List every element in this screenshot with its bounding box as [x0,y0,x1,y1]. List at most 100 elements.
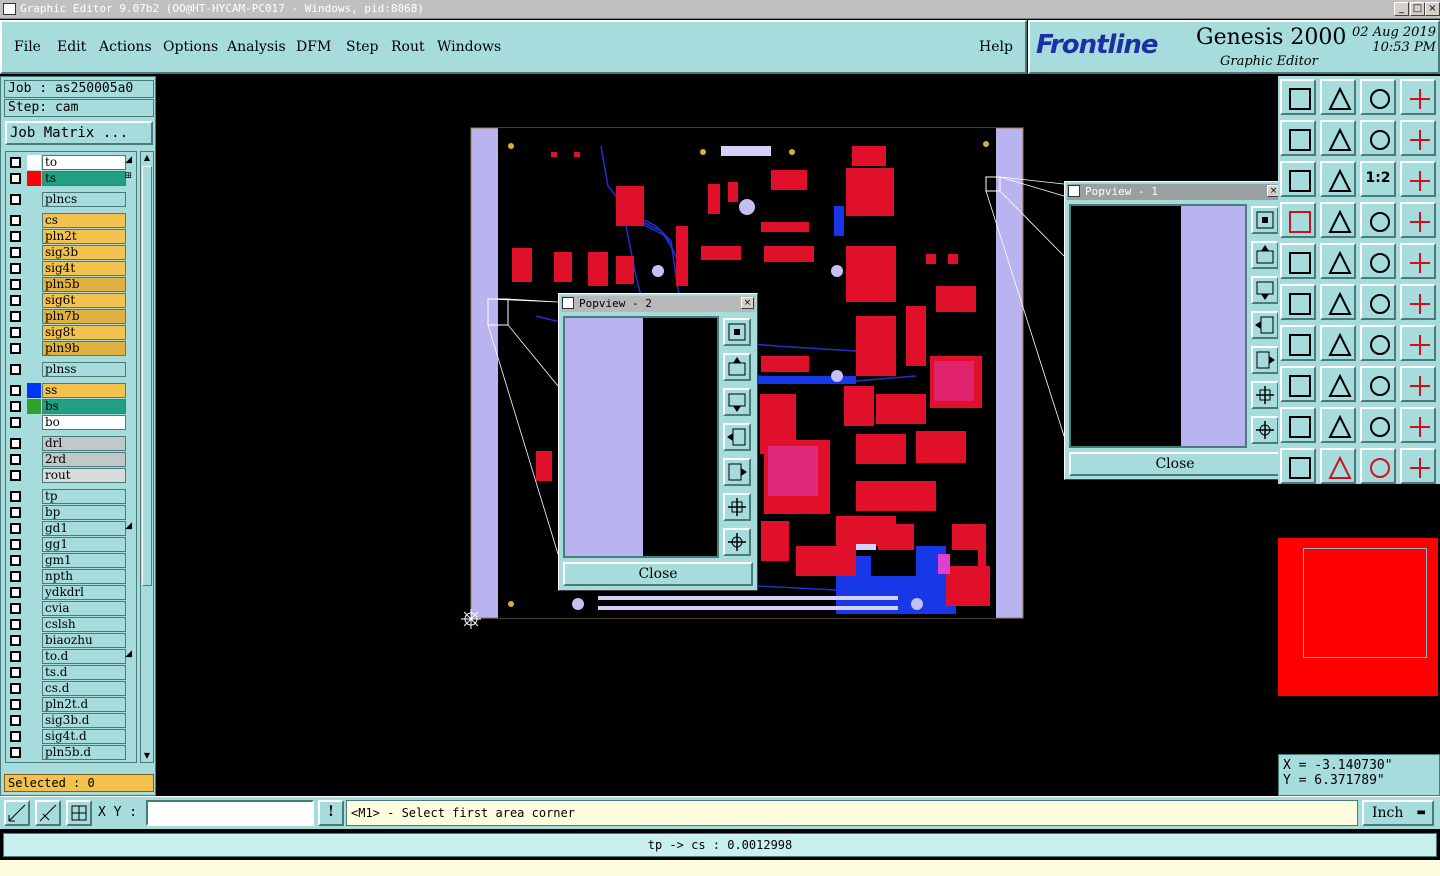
layer-name[interactable]: gm1 [42,553,126,568]
layer-row[interactable]: ss [6,383,136,398]
snap-grid-icon[interactable] [1280,202,1316,238]
layer-name[interactable]: to.d [42,649,126,664]
polygon-icon[interactable] [1280,407,1316,443]
connect-icon[interactable] [1360,202,1396,238]
layer-row[interactable]: to.d ◢ [6,649,136,664]
select-icon[interactable] [1280,448,1316,484]
layer-checkbox[interactable] [10,715,21,726]
layer-name[interactable]: bp [42,505,126,520]
layer-name[interactable]: 2rd [42,452,126,467]
layer-name[interactable]: sig4t [42,261,126,276]
layer-checkbox[interactable] [10,470,21,481]
layer-checkbox[interactable] [10,555,21,566]
popview-pan-up-button[interactable] [1251,241,1279,269]
center-icon[interactable] [1320,161,1356,197]
layer-row[interactable]: cslsh [6,617,136,632]
arc-icon[interactable] [1360,325,1396,361]
layer-checkbox[interactable] [10,507,21,518]
layer-row[interactable]: rout [6,468,136,483]
menu-step[interactable]: Step [346,39,378,55]
layer-checkbox[interactable] [10,327,21,338]
menu-options[interactable]: Options [163,39,218,55]
xy-input[interactable] [146,800,314,826]
layer-checkbox[interactable] [10,619,21,630]
layer-checkbox[interactable] [10,295,21,306]
layer-row[interactable]: pln7b [6,309,136,324]
layer-name[interactable]: bo [42,415,126,430]
layer-name[interactable]: drl [42,436,126,451]
layer-row[interactable]: sig6t [6,293,136,308]
close-window-button[interactable]: × [1425,2,1440,16]
layer-name[interactable]: cs.d [42,681,126,696]
polygon-fill-icon[interactable] [1360,407,1396,443]
layer-name[interactable]: ss [42,383,126,398]
layer-row[interactable]: cs.d [6,681,136,696]
popview-1-viewport[interactable] [1069,204,1247,448]
layer-checkbox[interactable] [10,683,21,694]
add-arc-icon[interactable] [1360,284,1396,320]
layer-row[interactable]: bs [6,399,136,414]
cross-icon[interactable] [1320,284,1356,320]
layer-name[interactable]: cs [42,213,126,228]
popview-zoom-out-button[interactable] [723,528,751,556]
layer-name[interactable]: pln2t [42,229,126,244]
layer-name[interactable]: tp [42,489,126,504]
zoom-fit-icon[interactable] [1280,161,1316,197]
flip-icon[interactable] [1360,120,1396,156]
menu-edit[interactable]: Edit [57,39,86,55]
menu-rout[interactable]: Rout [391,39,425,55]
layer-name[interactable]: biaozhu [42,633,126,648]
layer-checkbox[interactable] [10,731,21,742]
grid-snap-icon[interactable] [66,800,92,826]
layer-row[interactable]: gd1 ◢ [6,521,136,536]
layer-checkbox[interactable] [10,385,21,396]
layer-checkbox[interactable] [10,747,21,758]
layer-name[interactable]: ydkdrl [42,585,126,600]
layer-row[interactable]: sig3b [6,245,136,260]
layer-color-swatch[interactable] [27,171,41,186]
redraw-icon[interactable] [1400,120,1436,156]
popview-zoom-in-button[interactable] [1251,381,1279,409]
layer-row[interactable]: cs [6,213,136,228]
menu-analysis[interactable]: Analysis [227,39,286,55]
layer-row[interactable]: pln5b [6,277,136,292]
layer-checkbox[interactable] [10,491,21,502]
popview-zoom-fit-button[interactable] [1251,206,1279,234]
popview-pan-down-button[interactable] [723,388,751,416]
pan-left-icon[interactable] [1280,120,1316,156]
layer-row[interactable]: to ◢ [6,155,136,170]
layer-row[interactable]: ts.d [6,665,136,680]
pan-right-icon[interactable] [1320,120,1356,156]
text-edit-icon[interactable] [1400,325,1436,361]
job-matrix-button[interactable]: Job Matrix ... [5,121,153,145]
overview-map[interactable] [1278,484,1440,754]
minus-icon[interactable] [1320,366,1356,402]
layer-checkbox[interactable] [10,667,21,678]
layer-name[interactable]: pln7b [42,309,126,324]
popview-pan-up-button[interactable] [723,353,751,381]
layer-row[interactable]: sig3b.d [6,713,136,728]
layer-checkbox[interactable] [10,231,21,242]
layer-checkbox[interactable] [10,247,21,258]
layer-color-swatch[interactable] [27,399,41,414]
overview-view-frame[interactable] [1303,548,1427,658]
popview-2-close-x-button[interactable]: × [741,297,754,309]
resize-icon[interactable] [1360,366,1396,402]
layer-name[interactable]: to [42,155,126,170]
layer-name[interactable]: pln5b.d [42,745,126,760]
minimize-button[interactable]: _ [1394,2,1409,16]
units-select[interactable]: Inch ▬ [1362,800,1434,826]
slash-icon[interactable] [1320,325,1356,361]
layer-row[interactable]: gg1 [6,537,136,552]
layer-checkbox[interactable] [10,539,21,550]
layer-name[interactable]: pln2t.d [42,697,126,712]
layer-row[interactable]: pln5b.d [6,745,136,760]
layer-row[interactable]: plnss [6,362,136,377]
select-frame-icon[interactable] [1360,448,1396,484]
layer-row[interactable]: sig8t [6,325,136,340]
layer-checkbox[interactable] [10,343,21,354]
layer-checkbox[interactable] [10,279,21,290]
layer-row[interactable]: npth [6,569,136,584]
layer-row[interactable]: ydkdrl [6,585,136,600]
help-icon[interactable] [1400,161,1436,197]
